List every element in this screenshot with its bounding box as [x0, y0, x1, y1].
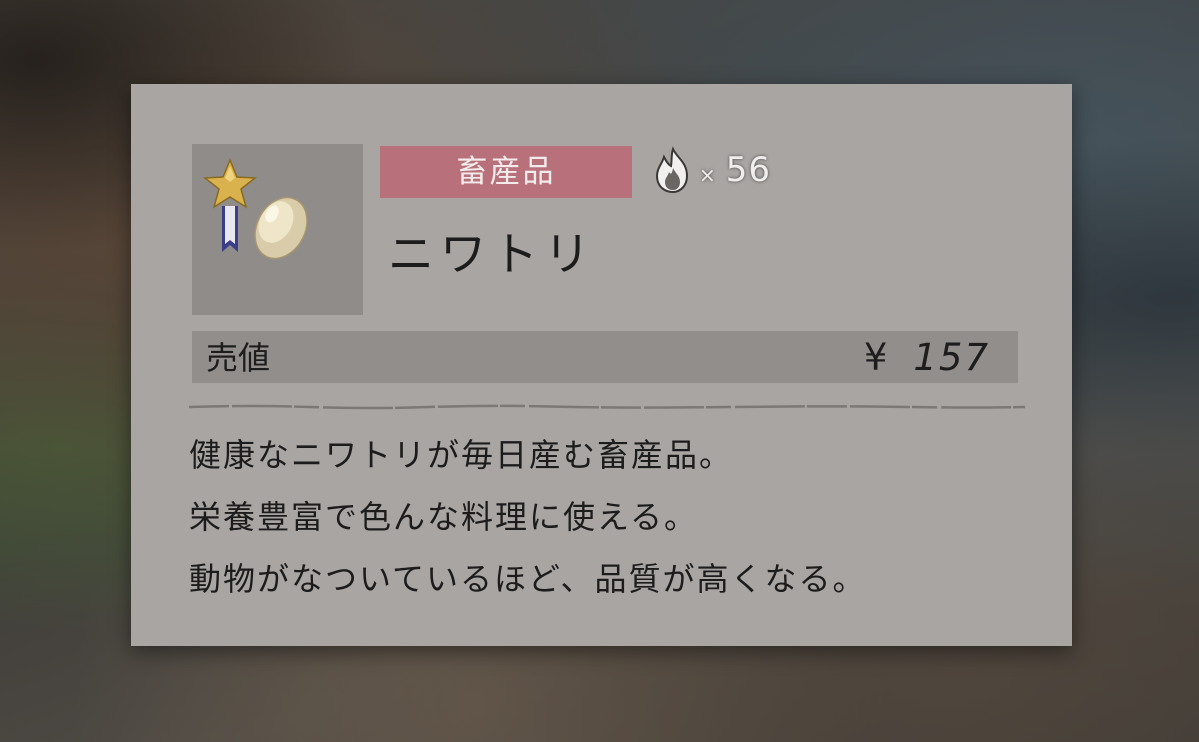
egg-with-star-ribbon-icon: [202, 158, 308, 260]
item-name: ニワトリ: [388, 227, 596, 281]
game-background: 畜産品 × 56 ニワトリ 売値 ¥157 健康なニワトリが毎日産む畜産品。 栄…: [0, 0, 1199, 742]
item-thumbnail: [192, 144, 363, 315]
sell-price-value: ¥157: [864, 331, 990, 385]
heat-multiplier-sign: ×: [699, 163, 716, 187]
description-line: 栄養豊富で色んな料理に使える。: [189, 498, 699, 536]
currency-symbol: ¥: [863, 336, 890, 379]
heat-indicator: × 56: [649, 142, 771, 198]
item-detail-panel: 畜産品 × 56 ニワトリ 売値 ¥157 健康なニワトリが毎日産む畜産品。 栄…: [131, 84, 1072, 646]
star-icon: [202, 158, 258, 209]
description-line: 健康なニワトリが毎日産む畜産品。: [189, 436, 734, 474]
item-description: 健康なニワトリが毎日産む畜産品。 栄養豊富で色んな料理に使える。 動物がなついて…: [189, 429, 1039, 615]
price-amount: 157: [913, 336, 990, 379]
ribbon-icon: [222, 206, 238, 252]
category-badge: 畜産品: [380, 146, 632, 198]
divider-line: [189, 404, 1025, 410]
heat-count: 56: [725, 150, 772, 190]
description-line: 動物がなついているほど、品質が高くなる。: [189, 560, 867, 598]
egg-icon: [254, 196, 308, 260]
sell-price-bar: 売値 ¥157: [192, 331, 1018, 383]
flame-icon: [649, 146, 697, 194]
sell-price-label: 売値: [206, 339, 271, 377]
